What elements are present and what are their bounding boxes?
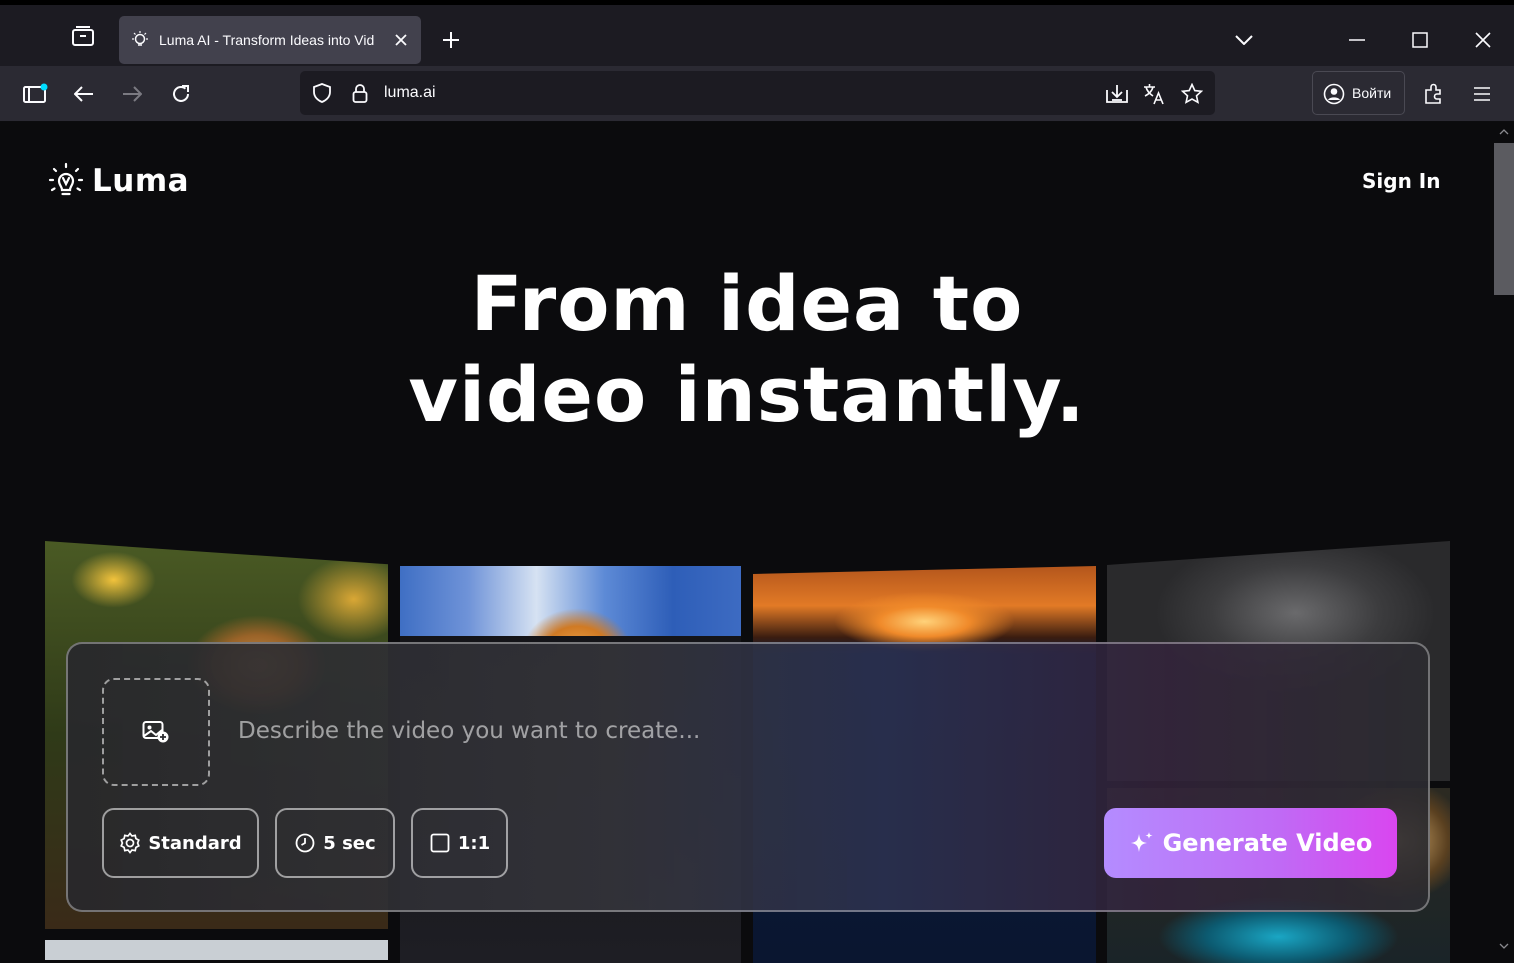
browser-tab-bar: Luma AI - Transform Ideas into Vid [0, 0, 1514, 66]
browser-account-button[interactable]: Войти [1312, 71, 1405, 115]
lock-icon[interactable] [348, 81, 372, 105]
forward-arrow-icon[interactable] [116, 78, 148, 110]
sidebar-toggle-icon[interactable] [18, 78, 52, 110]
minimize-icon[interactable] [1340, 25, 1374, 55]
prompt-input[interactable]: Describe the video you want to create... [238, 718, 700, 744]
account-label: Войти [1352, 85, 1392, 101]
add-image-icon [142, 721, 169, 743]
tab-overview-icon[interactable] [66, 17, 100, 57]
maximize-icon[interactable] [1403, 25, 1437, 55]
scroll-down-icon[interactable] [1498, 941, 1510, 951]
back-arrow-icon[interactable] [68, 78, 100, 110]
image-upload-dropzone[interactable] [102, 678, 210, 786]
quality-label: Standard [148, 832, 242, 854]
tab-title: Luma AI - Transform Ideas into Vid [159, 32, 375, 48]
square-aspect-icon [430, 833, 450, 853]
generate-video-button[interactable]: Generate Video [1104, 808, 1397, 878]
web-page: Luma Sign In From idea to video instantl… [0, 123, 1494, 963]
sign-in-link[interactable]: Sign In [1362, 169, 1440, 193]
account-icon [1322, 82, 1346, 106]
hero-headline: From idea to video instantly. [0, 258, 1494, 440]
aspect-ratio-select-button[interactable]: 1:1 [411, 808, 508, 878]
install-app-icon[interactable] [1104, 81, 1130, 107]
close-tab-icon[interactable] [389, 28, 413, 52]
luma-favicon-icon [129, 30, 151, 50]
bookmark-star-icon[interactable] [1179, 81, 1205, 107]
prompt-panel: Describe the video you want to create...… [66, 642, 1430, 912]
translate-icon[interactable] [1141, 81, 1167, 107]
hero-line-1: From idea to [470, 259, 1024, 348]
logo-text[interactable]: Luma [92, 163, 189, 199]
duration-select-button[interactable]: 5 sec [275, 808, 395, 878]
active-tab[interactable]: Luma AI - Transform Ideas into Vid [119, 16, 421, 64]
reload-icon[interactable] [165, 78, 197, 110]
quality-select-button[interactable]: Standard [102, 808, 259, 878]
scrollbar-thumb[interactable] [1494, 143, 1514, 295]
extensions-puzzle-icon[interactable] [1418, 78, 1450, 110]
new-tab-icon[interactable] [436, 25, 466, 55]
page-scrollbar[interactable] [1494, 123, 1514, 963]
gallery-video-tile[interactable] [45, 940, 388, 960]
duration-label: 5 sec [323, 832, 376, 854]
clock-icon [295, 833, 315, 853]
close-window-icon[interactable] [1466, 25, 1500, 55]
address-bar[interactable]: luma.ai [300, 71, 1215, 115]
list-tabs-chevron-down-icon[interactable] [1228, 25, 1260, 55]
aspect-ratio-label: 1:1 [457, 832, 491, 854]
hero-line-2: video instantly. [408, 350, 1086, 439]
scroll-up-icon[interactable] [1498, 127, 1510, 137]
sparkle-icon [1130, 832, 1153, 852]
gear-icon [120, 832, 141, 854]
app-menu-hamburger-icon[interactable] [1466, 78, 1498, 110]
url-text[interactable]: luma.ai [384, 71, 436, 115]
tracking-shield-icon[interactable] [310, 81, 334, 105]
browser-navigation-bar: luma.ai Войти [0, 66, 1514, 122]
luma-logo-icon[interactable] [46, 161, 86, 203]
generate-video-label: Generate Video [1162, 829, 1373, 857]
